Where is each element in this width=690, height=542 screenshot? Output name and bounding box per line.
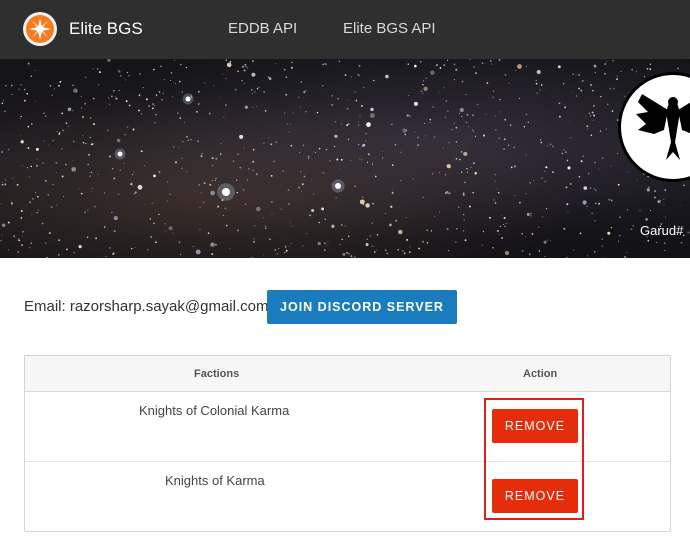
faction-name: Knights of Colonial Karma — [139, 403, 290, 418]
username-label: Garud# — [640, 223, 684, 238]
nav-link-elite-bgs-api[interactable]: Elite BGS API — [343, 20, 436, 37]
table-header: Factions Action — [25, 356, 670, 392]
highlight-annotation — [484, 398, 584, 520]
avatar — [618, 72, 690, 182]
column-header-factions: Factions — [194, 368, 240, 380]
join-discord-button[interactable]: JOIN DISCORD SERVER — [267, 290, 457, 324]
profile-banner — [0, 59, 690, 258]
faction-name: Knights of Karma — [165, 473, 265, 488]
brand-name[interactable]: Elite BGS — [69, 19, 143, 39]
starfield-background — [0, 59, 690, 258]
top-navbar: Elite BGS EDDB API Elite BGS API — [0, 0, 690, 59]
column-header-action: Action — [523, 368, 558, 380]
nav-link-eddb-api[interactable]: EDDB API — [228, 20, 297, 37]
brand-logo-icon[interactable] — [23, 12, 57, 46]
email-label: Email: razorsharp.sayak@gmail.com — [24, 298, 269, 315]
eagle-icon — [636, 94, 690, 160]
